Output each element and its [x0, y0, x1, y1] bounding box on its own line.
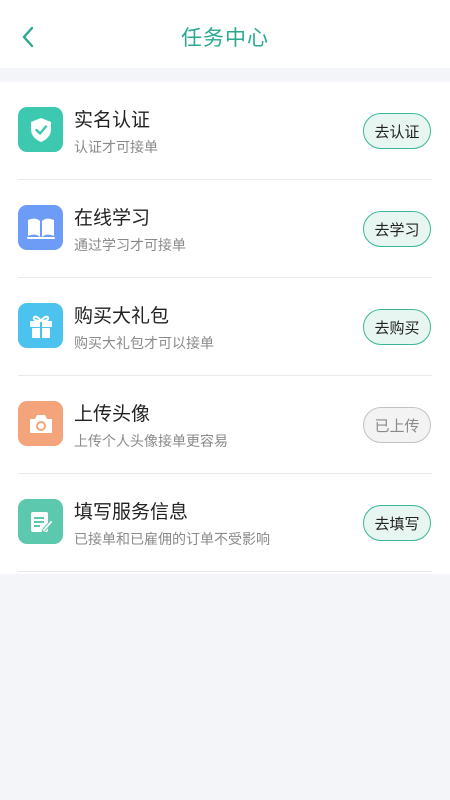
verify-button[interactable]: 去认证 — [363, 113, 431, 149]
task-row-online-study: 在线学习 通过学习才可接单 去学习 — [0, 180, 450, 278]
task-subtitle: 认证才可接单 — [74, 140, 158, 156]
header-bar: 任务中心 — [0, 0, 450, 68]
page-title: 任务中心 — [181, 26, 269, 50]
task-title: 上传头像 — [74, 403, 151, 425]
edit-form-icon — [18, 499, 63, 544]
uploaded-status-button[interactable]: 已上传 — [363, 407, 431, 443]
task-title: 填写服务信息 — [74, 501, 189, 523]
camera-icon — [18, 401, 63, 446]
task-row-service-info: 填写服务信息 已接单和已雇佣的订单不受影响 去填写 — [0, 474, 450, 572]
task-title: 购买大礼包 — [74, 305, 170, 327]
task-title: 实名认证 — [74, 109, 151, 131]
task-list: 实名认证 认证才可接单 去认证 在线学习 通过学习才可接单 去学习 购买大礼包 … — [0, 82, 450, 574]
task-subtitle: 已接单和已雇佣的订单不受影响 — [74, 532, 270, 548]
buy-button[interactable]: 去购买 — [363, 309, 431, 345]
gift-icon — [18, 303, 63, 348]
task-row-gift-pack: 购买大礼包 购买大礼包才可以接单 去购买 — [0, 278, 450, 376]
shield-check-icon — [18, 107, 63, 152]
task-row-avatar: 上传头像 上传个人头像接单更容易 已上传 — [0, 376, 450, 474]
task-title: 在线学习 — [74, 207, 151, 229]
task-subtitle: 上传个人头像接单更容易 — [74, 434, 228, 450]
divider — [18, 571, 432, 572]
task-row-real-name: 实名认证 认证才可接单 去认证 — [0, 82, 450, 180]
task-subtitle: 购买大礼包才可以接单 — [74, 336, 214, 352]
task-subtitle: 通过学习才可接单 — [74, 238, 186, 254]
study-button[interactable]: 去学习 — [363, 211, 431, 247]
book-icon — [18, 205, 63, 250]
fill-in-button[interactable]: 去填写 — [363, 505, 431, 541]
